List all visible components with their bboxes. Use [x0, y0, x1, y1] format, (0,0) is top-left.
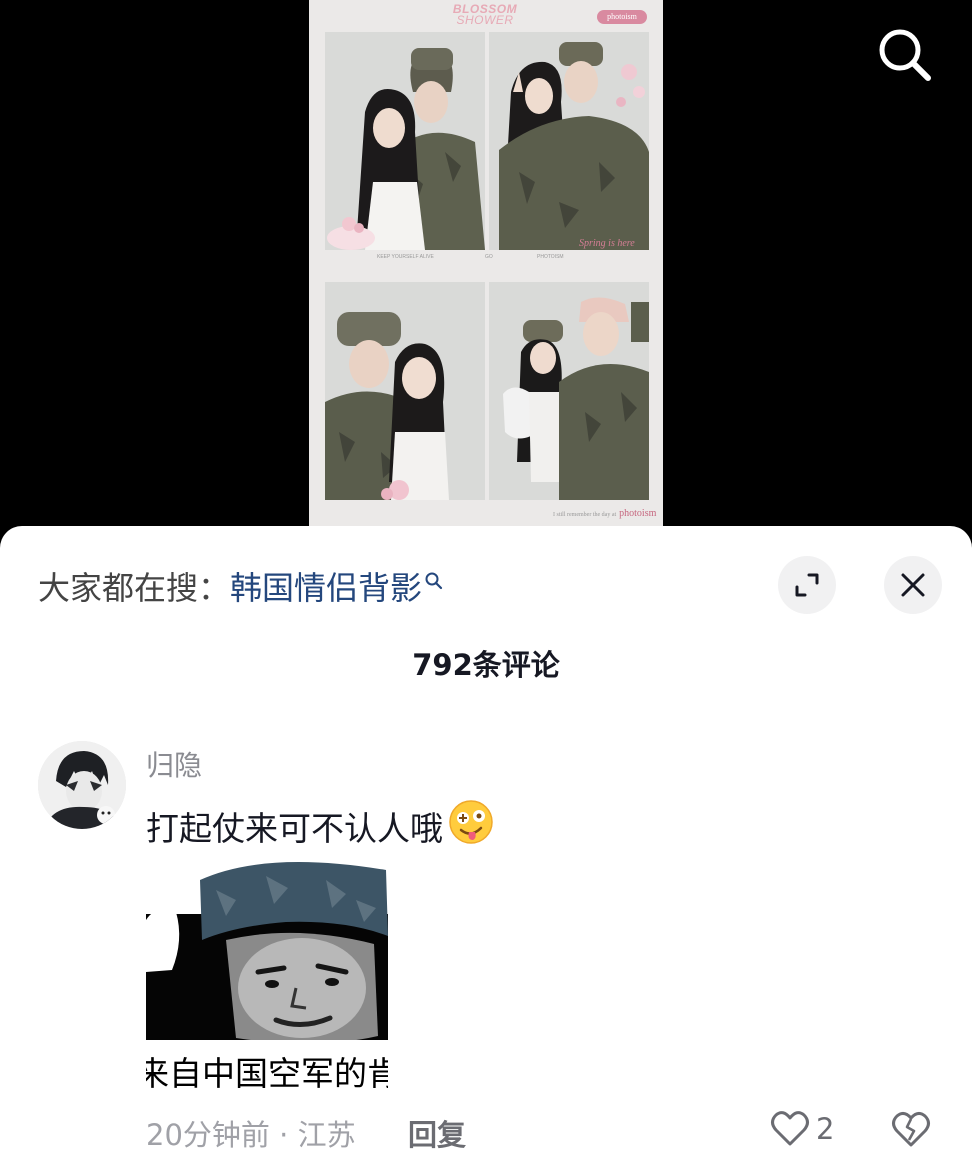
strip-brand-badge: photoism: [597, 10, 647, 24]
video-player[interactable]: BLOSSOM SHOWER photoism KEEP YOURSELF AL…: [0, 0, 972, 540]
caption-mid: GO: [485, 254, 493, 260]
trending-prefix: 大家都在搜：: [38, 569, 231, 607]
woozy-face-emoji: [447, 798, 495, 854]
meme-sticker[interactable]: 来自中国空军的肯定: [146, 860, 388, 1096]
strip-caption-row: KEEP YOURSELF ALIVE GO PHOTOISM: [325, 252, 649, 264]
strip-header: BLOSSOM SHOWER photoism: [309, 0, 663, 32]
strip-footer: I still remember the day at photoism: [553, 508, 656, 519]
caption-left: KEEP YOURSELF ALIVE: [377, 254, 434, 260]
like-count: 2: [816, 1112, 835, 1146]
comment-body: 打起仗来可不认人哦: [146, 798, 495, 854]
strip-title: BLOSSOM SHOWER: [452, 2, 518, 27]
sticker-caption: 来自中国空军的肯定: [146, 1054, 388, 1093]
avatar[interactable]: [38, 741, 126, 829]
broken-heart-icon: [892, 1111, 930, 1147]
heart-icon: [771, 1111, 809, 1146]
search-icon: [879, 29, 931, 81]
comment-text: 打起仗来可不认人哦: [146, 809, 443, 848]
strip-footer-note: I still remember the day at: [553, 512, 617, 518]
comment-time: 20分钟前: [146, 1118, 270, 1152]
close-icon: [901, 573, 925, 597]
expand-button[interactable]: [778, 556, 836, 614]
photo-panel-2: [489, 32, 649, 250]
search-button[interactable]: [872, 22, 936, 86]
comment-count-title: 792条评论: [412, 648, 560, 682]
expand-icon: [795, 573, 819, 597]
spring-label: Spring is here: [579, 238, 635, 249]
trending-query: 韩国情侣背影: [230, 569, 423, 607]
photo-strip: BLOSSOM SHOWER photoism KEEP YOURSELF AL…: [309, 0, 663, 528]
photo-panel-4: [489, 282, 649, 500]
comment-meta: 20分钟前 · 江苏: [146, 1112, 356, 1154]
reply-button[interactable]: 回复: [408, 1112, 466, 1154]
search-small-icon: [424, 561, 444, 599]
comment-author[interactable]: 归隐: [146, 744, 202, 784]
comment-location: 江苏: [297, 1118, 356, 1152]
meta-separator: ·: [269, 1118, 298, 1152]
close-button[interactable]: [884, 556, 942, 614]
like-button[interactable]: 2: [770, 1110, 834, 1148]
strip-footer-brand: photoism: [619, 508, 657, 519]
caption-right: PHOTOISM: [537, 254, 564, 260]
comment-sheet: 大家都在搜： 韩国情侣背影 792条评论 归隐 打起仗来可不认人哦 来自中国空军…: [0, 526, 972, 1165]
photo-panel-1: [325, 32, 485, 250]
dislike-button[interactable]: [890, 1110, 932, 1152]
trending-search-link[interactable]: 大家都在搜： 韩国情侣背影: [38, 564, 444, 608]
photo-panel-3: [325, 282, 485, 500]
